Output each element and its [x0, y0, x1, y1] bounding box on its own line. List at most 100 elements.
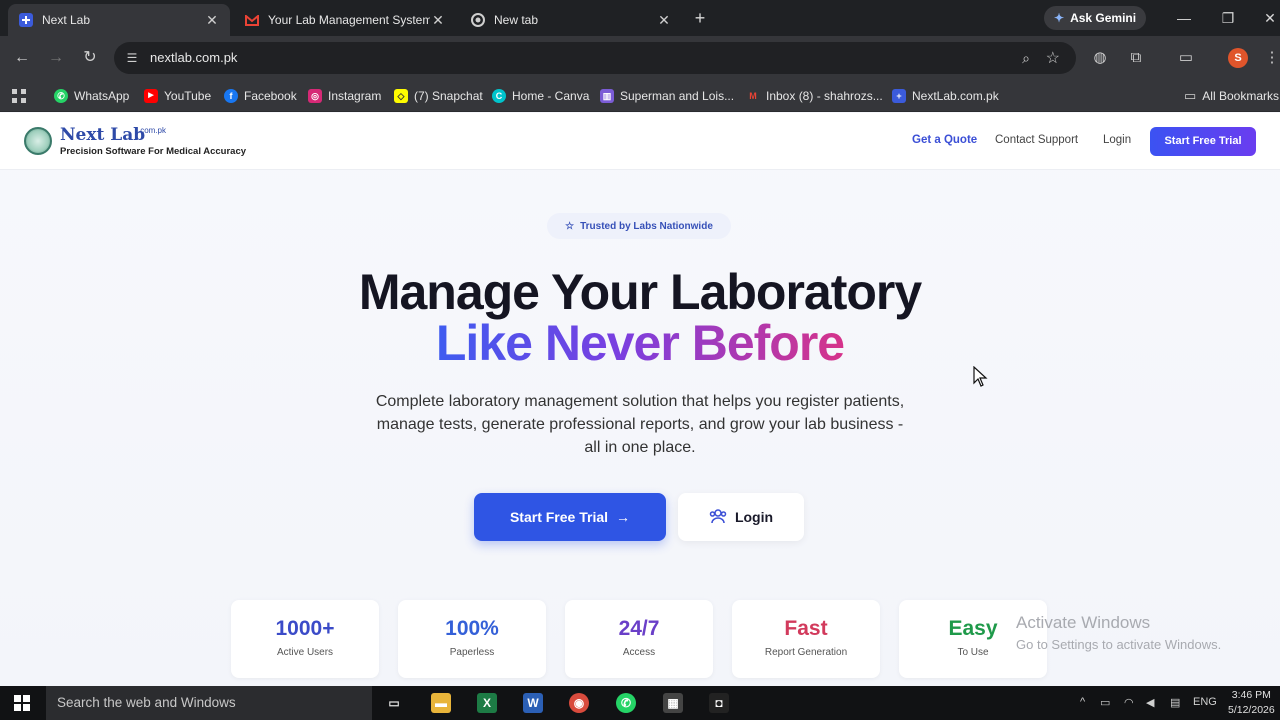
trusted-badge: ☆ Trusted by Labs Nationwide: [547, 213, 731, 239]
bookmark-facebook[interactable]: f Facebook: [224, 86, 297, 106]
stat-value: 24/7: [618, 617, 660, 640]
new-tab-button[interactable]: +: [690, 8, 710, 28]
action-center-icon[interactable]: ▤: [1170, 696, 1180, 709]
ask-gemini-button[interactable]: ✦ Ask Gemini: [1044, 6, 1147, 30]
chrome-taskbar-icon[interactable]: ◉: [569, 693, 589, 713]
bookmark-star-icon[interactable]: ☆: [1046, 48, 1060, 68]
youtube-icon: ▶: [144, 89, 158, 103]
close-icon[interactable]: ✕: [656, 12, 672, 28]
bookmark-label: All Bookmarks: [1202, 89, 1279, 103]
menu-kebab-icon[interactable]: ⋮: [1262, 48, 1280, 68]
bookmark-snapchat[interactable]: ◇ (7) Snapchat: [394, 86, 483, 106]
gemini-label: Ask Gemini: [1070, 11, 1137, 25]
taskbar-search-input[interactable]: Search the web and Windows: [46, 686, 372, 720]
restore-icon[interactable]: ❐: [1218, 8, 1238, 28]
login-button[interactable]: Login: [678, 493, 804, 541]
hero-heading-line2: Like Never Before: [0, 314, 1280, 372]
logo-tagline: Precision Software For Medical Accuracy: [60, 146, 247, 157]
reload-icon[interactable]: ↻: [80, 48, 100, 68]
tray-chevron-icon[interactable]: ^: [1080, 696, 1085, 708]
mouse-cursor-icon: [973, 366, 988, 387]
chrome-icon: [470, 12, 486, 28]
stat-card-active-users: 1000+ Active Users: [231, 600, 379, 678]
stat-label: Access: [622, 647, 656, 658]
windows-taskbar: Search the web and Windows ▭ ▬ X W ◉ ✆ ▦…: [0, 686, 1280, 720]
nextlab-favicon-icon: [18, 12, 34, 28]
stat-value: Fast: [784, 617, 828, 640]
bookmark-inbox[interactable]: M Inbox (8) - shahrozs...: [746, 86, 883, 106]
stat-label: Paperless: [449, 647, 495, 658]
back-arrow-icon[interactable]: ←: [12, 48, 32, 68]
bookmarks-bar: ✆ WhatsApp ▶ YouTube f Facebook ◎ Instag…: [0, 80, 1280, 112]
bookmark-nextlab[interactable]: + NextLab.com.pk: [892, 86, 999, 106]
tab-title: New tab: [494, 13, 539, 27]
bookmark-label: NextLab.com.pk: [912, 89, 999, 103]
windows-start-icon[interactable]: [14, 695, 30, 711]
nextlab-logo-icon[interactable]: [24, 127, 52, 155]
tab-lab-management[interactable]: Your Lab Management System ✕: [234, 4, 456, 36]
side-panel-icon[interactable]: ▭: [1176, 48, 1196, 68]
app-taskbar-icon[interactable]: ◘: [709, 693, 729, 713]
start-free-trial-button[interactable]: Start Free Trial →: [474, 493, 666, 541]
bookmark-whatsapp[interactable]: ✆ WhatsApp: [54, 86, 129, 106]
get-quote-link[interactable]: Get a Quote: [912, 134, 977, 146]
logo-name[interactable]: Next Lab: [60, 125, 145, 145]
nextlab-favicon-icon: +: [892, 89, 906, 103]
zoom-icon[interactable]: ⌕: [1022, 50, 1030, 67]
tab-title: Next Lab: [42, 13, 91, 27]
bookmark-label: Facebook: [244, 89, 297, 103]
login-link[interactable]: Login: [1103, 134, 1131, 146]
stat-card-report-generation: Fast Report Generation: [732, 600, 880, 678]
volume-icon[interactable]: ◀: [1146, 696, 1154, 709]
stat-value: 100%: [445, 617, 499, 640]
bookmark-instagram[interactable]: ◎ Instagram: [308, 86, 381, 106]
task-view-icon[interactable]: ▭: [384, 693, 404, 713]
window-close-icon[interactable]: ✕: [1260, 8, 1280, 28]
watermark-subtitle: Go to Settings to activate Windows.: [1016, 637, 1222, 652]
extensions-puzzle-icon[interactable]: ⧉: [1126, 48, 1146, 68]
watermark-title: Activate Windows: [1016, 613, 1151, 632]
file-explorer-icon[interactable]: ▬: [431, 693, 451, 713]
bookmark-label: Inbox (8) - shahrozs...: [766, 89, 883, 103]
activate-windows-watermark: Activate Windows Go to Settings to activ…: [1016, 613, 1221, 652]
site-settings-icon[interactable]: ☰: [124, 50, 140, 66]
site-header: Next Lab .com.pk Precision Software For …: [0, 113, 1280, 170]
bookmark-label: YouTube: [164, 89, 212, 103]
gmail-icon: [244, 12, 260, 28]
calculator-icon[interactable]: ▦: [663, 693, 683, 713]
apps-grid-icon[interactable]: [12, 86, 26, 106]
taskbar-clock[interactable]: 3:46 PM 5/12/2026: [1228, 688, 1275, 718]
url-text[interactable]: nextlab.com.pk: [150, 50, 237, 65]
close-icon[interactable]: ✕: [430, 12, 446, 28]
bookmark-canva[interactable]: C Home - Canva: [492, 86, 589, 106]
minimize-icon[interactable]: —: [1174, 8, 1194, 28]
close-icon[interactable]: ✕: [204, 12, 220, 28]
contact-support-link[interactable]: Contact Support: [995, 134, 1078, 146]
stat-label: Report Generation: [764, 647, 848, 658]
forward-arrow-icon[interactable]: →: [46, 48, 66, 68]
logo-suffix: .com.pk: [138, 126, 167, 135]
users-icon: [709, 508, 727, 527]
start-free-trial-nav-button[interactable]: Start Free Trial: [1150, 127, 1256, 156]
whatsapp-taskbar-icon[interactable]: ✆: [616, 693, 636, 713]
bookmark-superman[interactable]: ▥ Superman and Lois...: [600, 86, 734, 106]
button-label: Start Free Trial: [509, 509, 609, 525]
battery-icon[interactable]: ▭: [1100, 696, 1110, 709]
stat-label: Active Users: [276, 647, 334, 658]
address-bar[interactable]: ☰ nextlab.com.pk ⌕ ☆: [114, 42, 1076, 74]
excel-icon[interactable]: X: [477, 693, 497, 713]
wifi-icon[interactable]: ◠: [1124, 696, 1134, 709]
bookmark-youtube[interactable]: ▶ YouTube: [144, 86, 211, 106]
stat-card-access: 24/7 Access: [565, 600, 713, 678]
all-bookmarks-folder[interactable]: ▭ All Bookmarks: [1184, 86, 1279, 106]
bookmark-label: WhatsApp: [74, 89, 130, 103]
browser-tab-strip: Next Lab ✕ Your Lab Management System ✕ …: [0, 0, 1280, 36]
profile-avatar[interactable]: S: [1228, 48, 1248, 68]
word-icon[interactable]: W: [523, 693, 543, 713]
clock-date: 5/12/2026: [1228, 704, 1275, 716]
gemini-icon: ✦: [1054, 11, 1065, 25]
extension-globe-icon[interactable]: ◍: [1090, 48, 1110, 68]
tab-new-tab[interactable]: New tab ✕: [460, 4, 682, 36]
language-indicator[interactable]: ENG: [1193, 696, 1217, 708]
tab-next-lab[interactable]: Next Lab ✕: [8, 4, 230, 36]
